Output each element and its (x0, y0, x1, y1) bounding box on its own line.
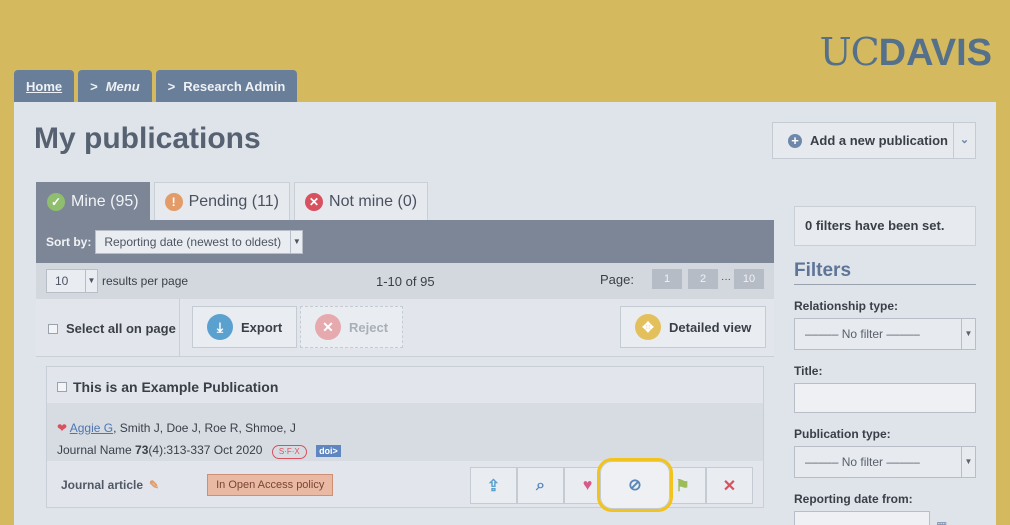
publication-title: This is an Example Publication (57, 379, 278, 395)
chevron-down-icon: ▼ (961, 447, 975, 477)
chevron-down-icon: ▼ (290, 230, 302, 253)
export-button[interactable]: ⤓ Export (192, 306, 298, 348)
sort-bar: Sort by: Reporting date (newest to oldes… (36, 220, 774, 263)
ellipsis: ··· (721, 273, 731, 285)
publication-type-label: Publication type: (794, 427, 891, 441)
page-10-button[interactable]: 10 (734, 269, 764, 289)
expand-icon: ✥ (635, 314, 661, 340)
x-circle-icon: ✕ (305, 192, 324, 211)
page-2-button[interactable]: 2 (688, 269, 718, 289)
reporting-date-label: Reporting date from: (794, 492, 913, 506)
main-panel: My publications + Add a new publication … (14, 102, 996, 525)
detailed-view-button[interactable]: ✥ Detailed view (620, 306, 767, 348)
upload-file-button[interactable]: ⇪ (470, 467, 517, 504)
results-bar: 10 ▼ results per page 1-10 of 95 Page: 1 … (36, 263, 774, 299)
uc-davis-logo: UCDAVIS (819, 30, 992, 74)
filters-heading: Filters (794, 260, 976, 285)
publication-actions: ⇪ ⌕ ♥ ⊘ ⚑ ✕ (470, 458, 753, 512)
publication-card: This is an Example Publication ❤ Aggie G… (46, 366, 764, 512)
divider (179, 299, 180, 357)
select-all-checkbox[interactable] (48, 323, 58, 334)
publication-details: ❤ Aggie G, Smith J, Doe J, Roe R, Shmoe,… (47, 403, 763, 461)
sfx-link[interactable]: S·F·X (271, 445, 307, 459)
check-circle-icon: ✓ (47, 192, 65, 211)
upload-file-icon: ⇪ (486, 477, 501, 495)
per-page-select[interactable]: 10 ▼ (46, 269, 98, 293)
page-title: My publications (34, 122, 261, 155)
author-link[interactable]: Aggie G (70, 421, 113, 435)
tab-pending[interactable]: ! Pending (11) (153, 182, 291, 220)
publication-checkbox[interactable] (57, 382, 67, 392)
per-page-label: results per page (102, 274, 189, 288)
relationship-select[interactable]: ––––– No filter ––––– ▼ (794, 318, 976, 350)
sort-label: Sort by: (46, 234, 92, 249)
search-button[interactable]: ⌕ (517, 467, 564, 504)
alert-circle-icon: ! (164, 192, 183, 211)
search-icon: ⌕ (536, 476, 545, 494)
heart-icon: ♥ (582, 476, 593, 494)
eye-slash-icon: ⊘ (628, 477, 642, 494)
pencil-icon[interactable]: ✎ (149, 478, 159, 492)
tab-not-mine[interactable]: ✕ Not mine (0) (294, 182, 429, 220)
tab-bar: ✓ Mine (95) ! Pending (11) ✕ Not mine (0) (36, 182, 429, 220)
title-label: Title: (794, 364, 823, 378)
filter-count: 0 filters have been set. (794, 206, 976, 246)
doi-link[interactable]: doi> (316, 445, 341, 457)
pagination: Page: 1 2 ··· 10 (600, 269, 764, 289)
publication-footer: Journal article ✎ In Open Access policy … (47, 458, 763, 512)
title-input[interactable] (794, 383, 976, 413)
chevron-right-icon: > (90, 79, 98, 94)
publication-type-select[interactable]: ––––– No filter ––––– ▼ (794, 446, 976, 478)
chevron-down-icon: ▼ (961, 319, 975, 349)
reject-button[interactable]: ✕ Reject (300, 306, 404, 348)
chevron-right-icon: > (167, 79, 176, 94)
publication-type: Journal article (61, 478, 144, 492)
open-access-badge: In Open Access policy (207, 474, 334, 496)
x-circle-icon: ✕ (315, 314, 341, 340)
select-all[interactable]: Select all on page (48, 321, 176, 336)
author-list: ❤ Aggie G, Smith J, Doe J, Roe R, Shmoe,… (57, 421, 296, 435)
breadcrumb: Home > Menu > Research Admin (14, 70, 298, 102)
breadcrumb-home[interactable]: Home (14, 70, 75, 102)
author-relationship-icon: ❤ (57, 421, 68, 435)
close-icon: ✕ (722, 477, 737, 495)
hide-publication-button[interactable]: ⊘ (597, 458, 673, 512)
chevron-down-icon: ▼ (85, 270, 97, 292)
breadcrumb-research-admin[interactable]: > Research Admin (155, 70, 298, 102)
plus-circle-icon: + (788, 133, 802, 148)
add-publication-button[interactable]: + Add a new publication ⌄ (772, 122, 976, 159)
filter-sidebar: 0 filters have been set. Filters Relatio… (794, 206, 976, 525)
journal-citation: Journal Name 73(4):313-337 Oct 2020 S·F·… (57, 439, 753, 461)
results-range: 1-10 of 95 (376, 273, 435, 289)
reject-publication-button[interactable]: ✕ (706, 467, 753, 504)
page-1-button[interactable]: 1 (652, 269, 682, 289)
page-label: Page: (600, 271, 634, 287)
relationship-label: Relationship type: (794, 299, 899, 313)
calendar-icon[interactable]: ▦ (936, 519, 947, 525)
tab-mine[interactable]: ✓ Mine (95) (36, 182, 150, 220)
breadcrumb-menu[interactable]: > Menu (78, 70, 152, 102)
chevron-down-icon[interactable]: ⌄ (953, 123, 975, 158)
reporting-date-input[interactable] (794, 511, 930, 525)
sort-select[interactable]: Reporting date (newest to oldest) ▼ (95, 229, 304, 254)
hide-icon: ⚑ (675, 477, 690, 495)
bulk-actions-bar: Select all on page ⤓ Export ✕ Reject ✥ Deta… (36, 299, 774, 357)
download-icon: ⤓ (207, 314, 233, 340)
